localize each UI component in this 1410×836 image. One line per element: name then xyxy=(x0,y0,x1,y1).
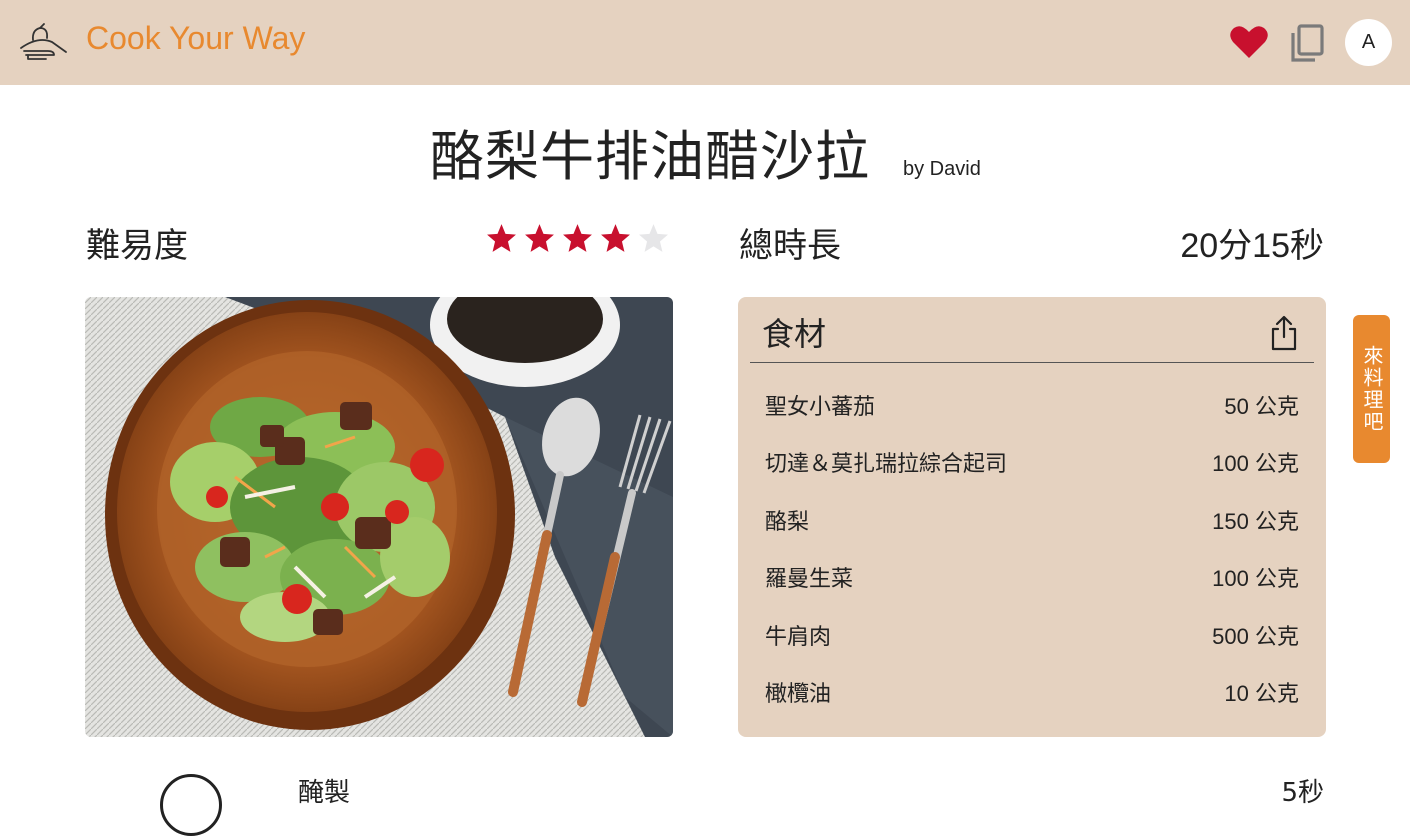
top-header: Cook Your Way A xyxy=(0,0,1410,85)
star-filled-icon xyxy=(563,224,592,252)
ingredient-amount: 100 公克 xyxy=(1212,451,1299,477)
ingredient-name: 牛肩肉 xyxy=(765,624,832,650)
ingredient-name: 橄欖油 xyxy=(765,681,832,707)
star-filled-icon xyxy=(525,224,554,252)
ingredient-row: 切達＆莫扎瑞拉綜合起司 100 公克 xyxy=(738,432,1326,489)
recipe-title: 酪梨牛排油醋沙拉 xyxy=(430,125,870,188)
share-icon[interactable] xyxy=(1268,315,1300,351)
ingredient-name: 酪梨 xyxy=(765,509,810,535)
star-filled-icon xyxy=(487,224,516,252)
star-empty-icon xyxy=(639,224,668,252)
step-time: 5秒 xyxy=(1281,778,1324,808)
ingredient-amount: 100 公克 xyxy=(1212,566,1299,592)
total-time-value: 20分15秒 xyxy=(1180,227,1324,265)
total-time-label: 總時長 xyxy=(739,226,841,266)
app-title[interactable]: Cook Your Way xyxy=(86,20,305,57)
user-avatar[interactable]: A xyxy=(1345,19,1392,66)
ingredient-row: 橄欖油 10 公克 xyxy=(738,662,1326,719)
ingredient-amount: 500 公克 xyxy=(1212,623,1299,649)
recipe-author: by David xyxy=(903,158,981,180)
ingredients-list: 聖女小蕃茄 50 公克 切達＆莫扎瑞拉綜合起司 100 公克 酪梨 150 公克 羅曼生菜 1… xyxy=(738,375,1326,719)
ingredient-row: 牛肩肉 500 公克 xyxy=(738,605,1326,662)
ingredient-name: 聖女小蕃茄 xyxy=(765,395,876,420)
difficulty-stars xyxy=(484,222,671,255)
ingredient-name: 羅曼生菜 xyxy=(765,567,854,593)
heart-icon[interactable] xyxy=(1229,24,1269,60)
ingredients-divider xyxy=(750,362,1314,363)
step-label: 醃製 xyxy=(298,778,351,808)
lets-cook-tab[interactable]: 來料理吧 xyxy=(1353,315,1390,463)
ingredient-name: 切達＆莫扎瑞拉綜合起司 xyxy=(765,452,1008,478)
star-filled-icon xyxy=(601,224,630,252)
chef-hand-icon[interactable] xyxy=(18,22,68,62)
ingredients-title: 食材 xyxy=(762,315,827,353)
ingredient-amount: 50 公克 xyxy=(1224,394,1299,419)
ingredients-panel: 食材 聖女小蕃茄 50 公克 切達＆莫扎瑞拉綜合起司 100 公克 酪梨 150 公克 羅曼… xyxy=(738,297,1326,737)
ingredient-row: 酪梨 150 公克 xyxy=(738,490,1326,547)
copy-icon[interactable] xyxy=(1288,23,1326,63)
ingredient-row: 聖女小蕃茄 50 公克 xyxy=(738,375,1326,432)
recipe-photo xyxy=(85,297,673,737)
difficulty-label: 難易度 xyxy=(86,226,188,266)
ingredient-amount: 150 公克 xyxy=(1212,508,1299,534)
step-circle-icon xyxy=(160,774,222,836)
ingredient-row: 羅曼生菜 100 公克 xyxy=(738,547,1326,604)
ingredient-amount: 10 公克 xyxy=(1224,680,1299,706)
